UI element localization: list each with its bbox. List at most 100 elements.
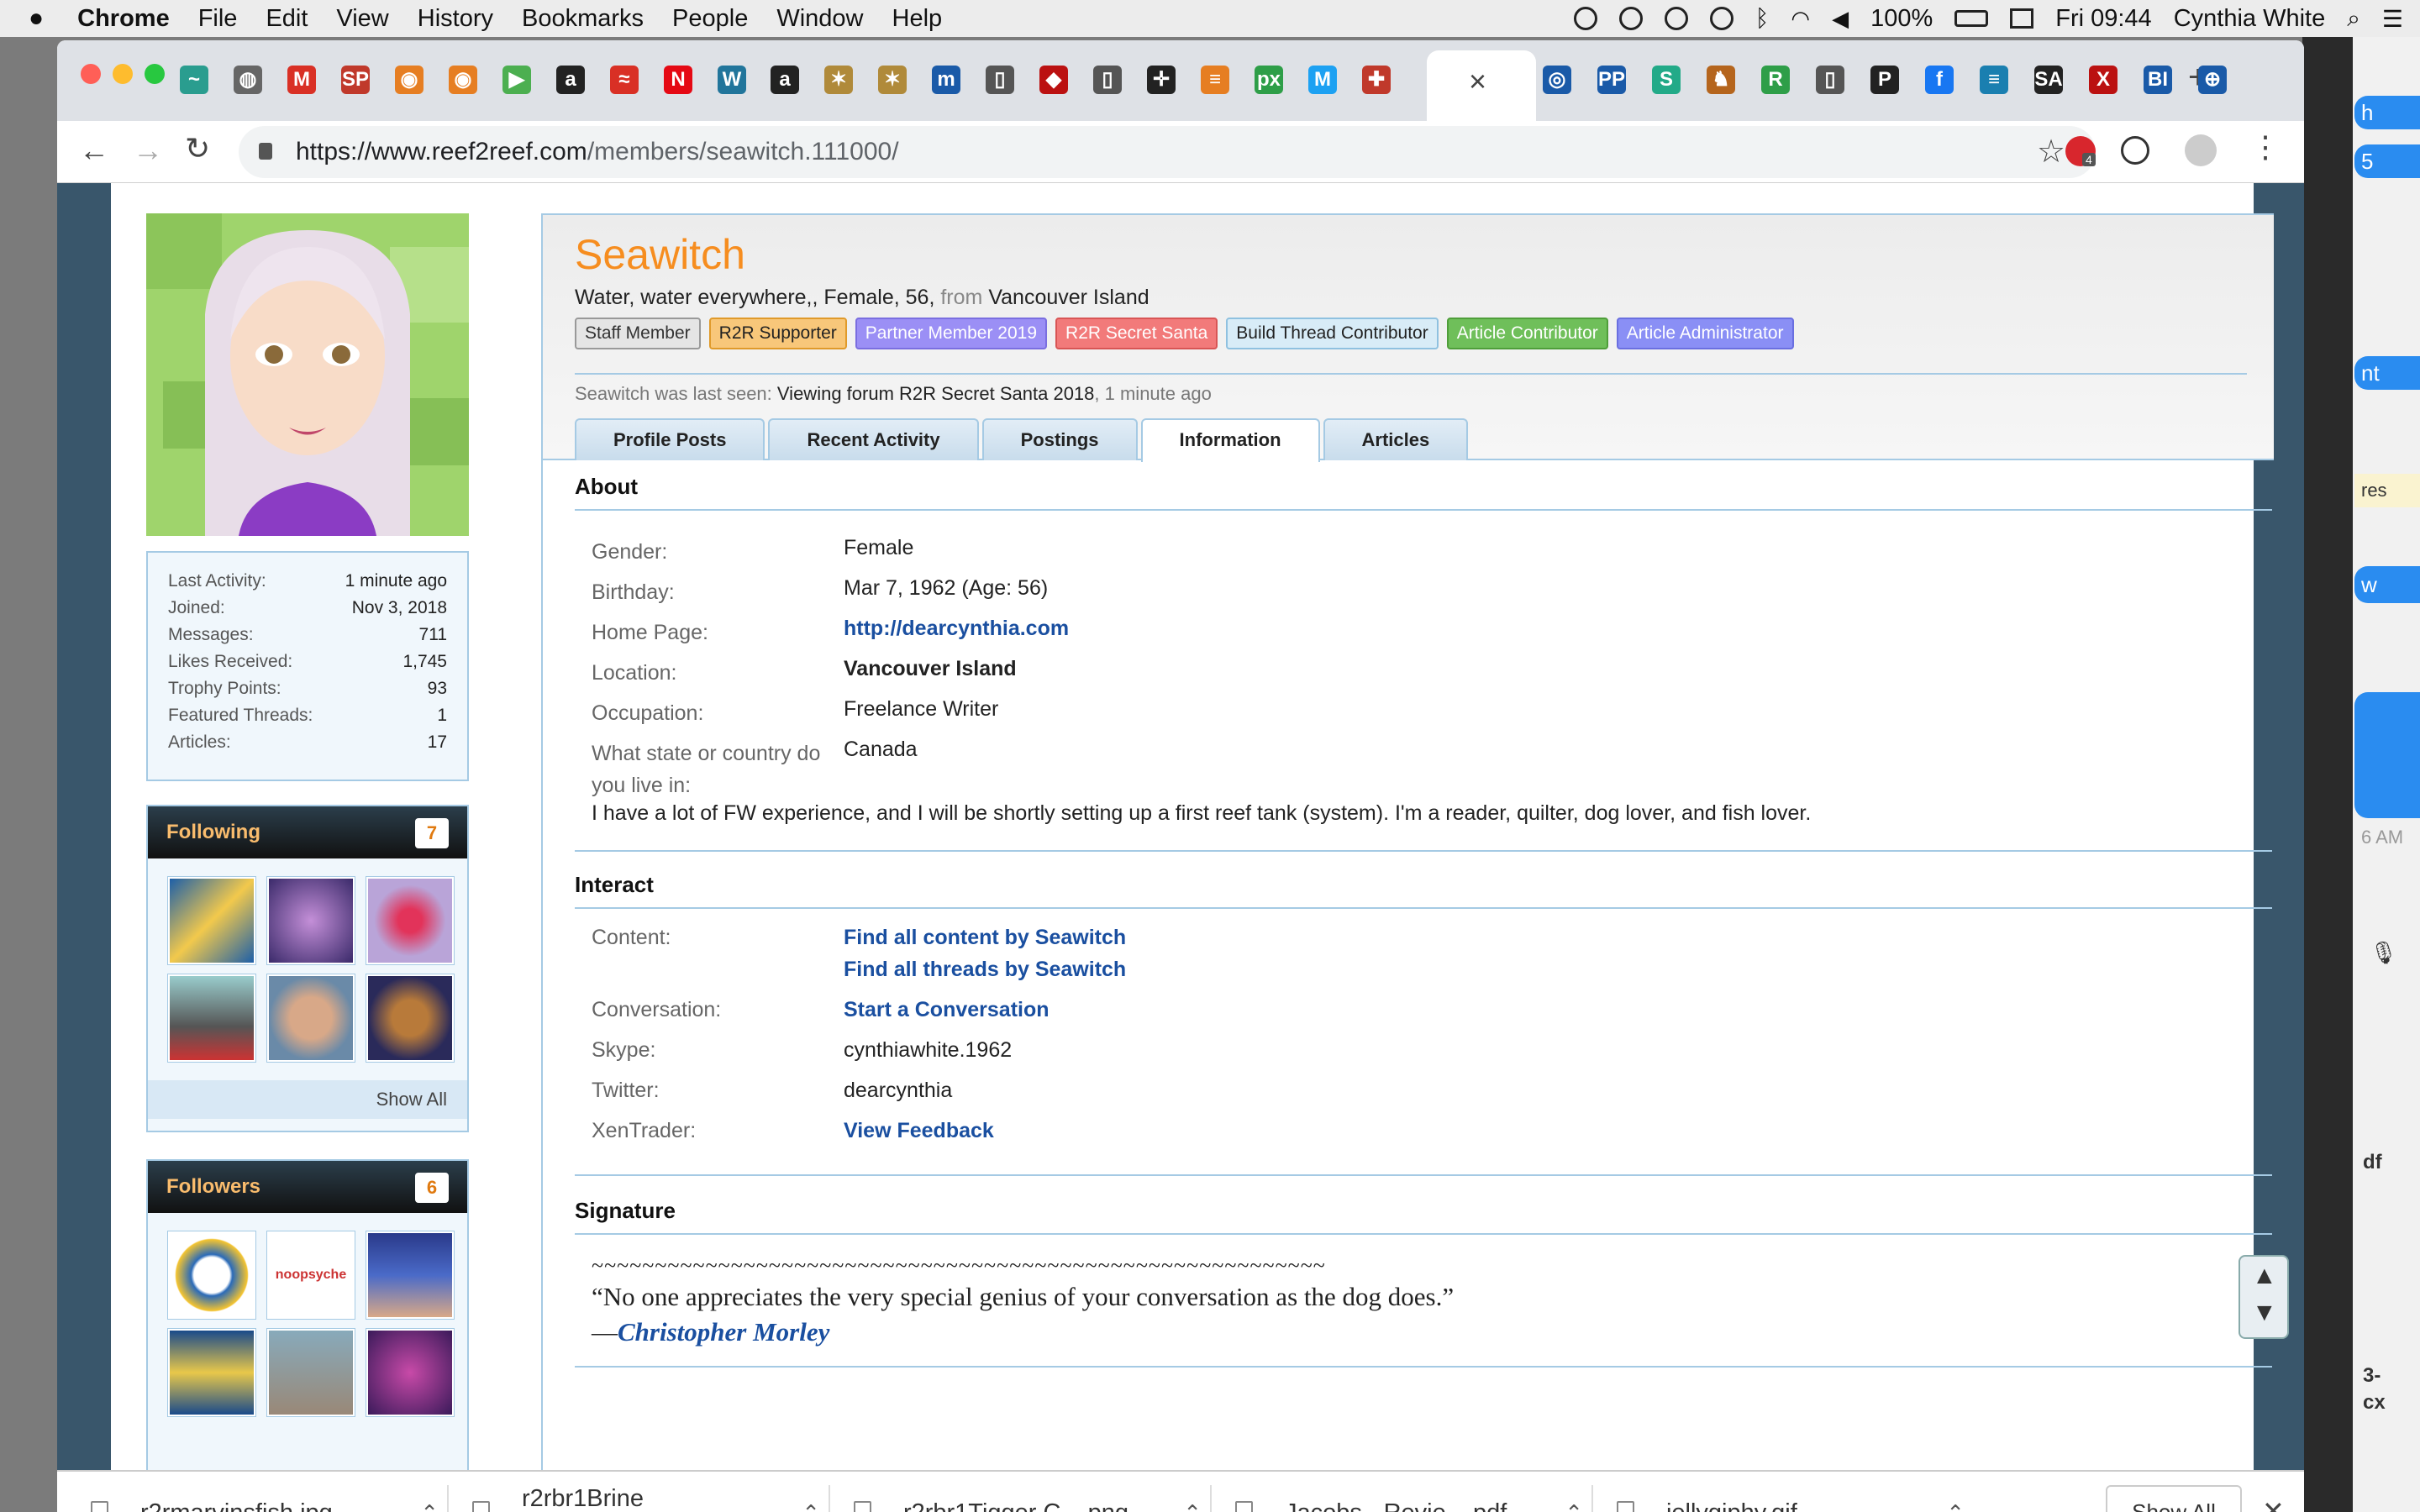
download-item[interactable]: r2rmarvinsfish.jpg ⌃ — [91, 1472, 439, 1512]
tab-favicon[interactable]: W — [718, 66, 746, 94]
following-avatar[interactable] — [266, 974, 355, 1063]
bookmark-star-icon[interactable]: ☆ — [2037, 133, 2065, 171]
tab-favicon[interactable]: ◍ — [234, 66, 262, 94]
user-location-link[interactable]: Vancouver Island — [988, 286, 1149, 309]
start-conversation-link[interactable]: Start a Conversation — [844, 998, 1050, 1022]
apple-menu-icon[interactable]: ● — [29, 4, 44, 33]
chevron-up-icon[interactable]: ⌃ — [1183, 1500, 1202, 1512]
follower-avatar[interactable] — [266, 1328, 355, 1417]
chevron-up-icon[interactable]: ⌃ — [420, 1500, 439, 1512]
tab-favicon[interactable]: ♞ — [1707, 66, 1735, 94]
follower-avatar[interactable] — [167, 1328, 256, 1417]
profile-avatar-icon[interactable] — [2185, 134, 2217, 166]
active-tab[interactable]: × — [1427, 50, 1536, 121]
url-text[interactable]: https://www.reef2reef.com/members/seawit… — [296, 138, 899, 166]
about-value[interactable]: http://dearcynthia.com — [844, 617, 1069, 641]
download-item[interactable]: r2rbr1Tigger C....png ⌃ — [854, 1472, 1202, 1512]
tab-favicon[interactable]: ◎ — [1543, 66, 1571, 94]
profile-tab[interactable]: Articles — [1323, 418, 1469, 460]
volume-icon[interactable]: ◀ — [1832, 6, 1849, 32]
tab-favicon[interactable]: X — [2089, 66, 2118, 94]
menu-view[interactable]: View — [336, 5, 388, 33]
current-user[interactable]: Cynthia White — [2174, 5, 2326, 33]
tab-favicon[interactable]: M — [287, 66, 316, 94]
tab-favicon[interactable]: ◉ — [449, 66, 477, 94]
scroll-up-icon[interactable]: ▲ — [2252, 1262, 2277, 1290]
tab-favicon[interactable]: N — [664, 66, 692, 94]
tab-favicon[interactable]: m — [932, 66, 960, 94]
download-item[interactable]: jellygiphy.gif ⌃ — [1617, 1472, 1965, 1512]
tab-favicon[interactable]: ≈ — [610, 66, 639, 94]
tab-favicon[interactable]: ✛ — [1147, 66, 1176, 94]
time-machine-icon[interactable] — [1709, 7, 1733, 30]
tab-favicon[interactable]: ⊕ — [2198, 66, 2227, 94]
tab-favicon[interactable]: a — [771, 66, 799, 94]
bg-mic-icon[interactable]: 🎙 — [2370, 940, 2397, 966]
chevron-up-icon[interactable]: ⌃ — [802, 1500, 820, 1512]
tab-favicon[interactable]: ◆ — [1039, 66, 1068, 94]
follower-avatar[interactable] — [167, 1231, 256, 1320]
menu-people[interactable]: People — [672, 5, 748, 33]
tab-favicon[interactable]: SP — [341, 66, 370, 94]
following-show-all-link[interactable]: Show All — [148, 1080, 467, 1119]
profile-tab[interactable]: Postings — [981, 418, 1138, 460]
chevron-up-icon[interactable]: ⌃ — [1565, 1500, 1583, 1512]
following-avatar[interactable] — [167, 876, 256, 965]
profile-tab[interactable]: Recent Activity — [768, 418, 979, 460]
close-window-button[interactable] — [81, 64, 101, 84]
spotlight-icon[interactable]: ⌕ — [2347, 5, 2360, 33]
menu-edit[interactable]: Edit — [266, 5, 308, 33]
omnibox[interactable]: https://www.reef2reef.com/members/seawit… — [239, 126, 2096, 178]
tab-favicon[interactable]: PP — [1597, 66, 1626, 94]
tab-favicon[interactable]: px — [1255, 66, 1283, 94]
tab-favicon[interactable]: ▯ — [1816, 66, 1844, 94]
notification-center-icon[interactable]: ☰ — [2382, 5, 2403, 33]
wifi-icon[interactable]: ◠ — [1791, 6, 1810, 32]
tab-favicon[interactable]: SA — [2034, 66, 2063, 94]
clock[interactable]: Fri 09:44 — [2055, 5, 2151, 33]
chevron-up-icon[interactable]: ⌃ — [1946, 1500, 1965, 1512]
tab-favicon[interactable]: ≡ — [1201, 66, 1229, 94]
downloads-close-icon[interactable]: ✕ — [2262, 1495, 2285, 1512]
tab-favicon[interactable]: M — [1308, 66, 1337, 94]
following-avatar[interactable] — [366, 876, 455, 965]
creative-cloud-icon[interactable] — [1618, 7, 1643, 30]
tab-favicon[interactable]: BI — [2144, 66, 2172, 94]
menu-history[interactable]: History — [418, 5, 493, 33]
profile-tab[interactable]: Profile Posts — [575, 418, 765, 460]
menu-help[interactable]: Help — [892, 5, 943, 33]
last-seen-forum-link[interactable]: R2R Secret Santa 2018 — [899, 383, 1094, 404]
downloads-show-all-button[interactable]: Show All — [2106, 1485, 2242, 1512]
back-icon[interactable]: ← — [79, 133, 109, 168]
reload-icon[interactable]: ↻ — [185, 131, 210, 166]
find-all-threads-link[interactable]: Find all threads by Seawitch — [844, 958, 1126, 982]
adblock-icon[interactable]: 4 — [2065, 136, 2096, 166]
battery-percent[interactable]: 100% — [1870, 5, 1933, 33]
follower-avatar[interactable] — [366, 1328, 455, 1417]
scroll-down-icon[interactable]: ▼ — [2252, 1299, 2277, 1327]
tab-favicon[interactable]: ✚ — [1362, 66, 1391, 94]
download-item[interactable]: Jacobs - Revie....pdf ⌃ — [1235, 1472, 1583, 1512]
tab-close-icon[interactable]: × — [1469, 64, 1486, 99]
minimize-window-button[interactable] — [113, 64, 133, 84]
profile-tab[interactable]: Information — [1140, 418, 1320, 462]
tab-favicon[interactable]: ◉ — [395, 66, 424, 94]
find-all-content-link[interactable]: Find all content by Seawitch — [844, 926, 1126, 950]
lock-icon[interactable] — [259, 143, 272, 160]
chrome-menu-icon[interactable]: ⋮ — [2250, 129, 2281, 165]
tab-favicon[interactable]: a — [556, 66, 585, 94]
tab-favicon[interactable]: ✶ — [824, 66, 853, 94]
tab-favicon[interactable]: ≡ — [1980, 66, 2008, 94]
skype-icon[interactable] — [1573, 7, 1597, 30]
tab-favicon[interactable]: ▯ — [986, 66, 1014, 94]
follower-avatar-noopsyche[interactable]: noopsyche — [266, 1231, 355, 1320]
following-avatar[interactable] — [167, 974, 256, 1063]
tab-favicon[interactable]: R — [1761, 66, 1790, 94]
battery-icon[interactable] — [1954, 10, 1989, 27]
tab-favicon[interactable]: ▶ — [502, 66, 531, 94]
following-avatar[interactable] — [266, 876, 355, 965]
menu-bookmarks[interactable]: Bookmarks — [522, 5, 644, 33]
follower-avatar[interactable] — [366, 1231, 455, 1320]
following-avatar[interactable] — [366, 974, 455, 1063]
tab-favicon[interactable]: ~ — [180, 66, 208, 94]
